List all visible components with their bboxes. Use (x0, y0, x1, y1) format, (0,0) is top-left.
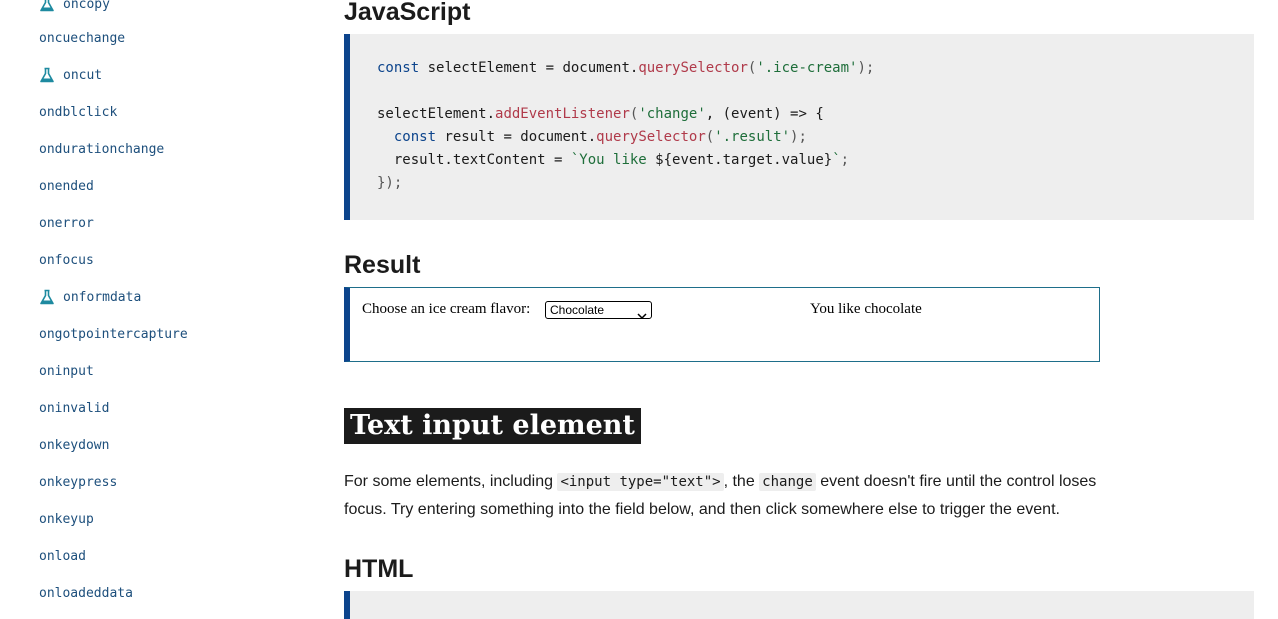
sidebar-item-label: ondblclick (39, 104, 118, 120)
main-content: JavaScript const selectElement = documen… (344, 0, 1254, 619)
sidebar-item-label: onkeypress (39, 474, 118, 490)
sidebar-item-label: onload (39, 548, 86, 564)
sidebar-item-label: oncut (63, 67, 103, 83)
sidebar-item-onkeyup[interactable]: onkeyup (39, 508, 94, 530)
flask-icon (39, 289, 55, 305)
result-output: You like chocolate (810, 301, 922, 317)
sidebar-item-label: onformdata (63, 289, 142, 305)
sidebar-item-label: oninvalid (39, 400, 110, 416)
sidebar-item-onkeydown[interactable]: onkeydown (39, 434, 109, 456)
sidebar-item-onloadeddata[interactable]: onloadeddata (39, 582, 133, 604)
sidebar-item-onerror[interactable]: onerror (39, 212, 94, 234)
result-frame: Choose an ice cream flavor: Chocolate Yo… (344, 287, 1100, 362)
sidebar-item-ondblclick[interactable]: ondblclick (39, 101, 117, 123)
sidebar-item-label: oninput (39, 363, 94, 379)
select-value: Chocolate (550, 303, 605, 317)
sidebar-item-label: oncuechange (39, 30, 126, 46)
javascript-heading: JavaScript (344, 0, 471, 26)
sidebar-item-oninput[interactable]: oninput (39, 360, 94, 382)
flavor-select[interactable]: Chocolate (545, 301, 652, 320)
sidebar-item-onkeypress[interactable]: onkeypress (39, 471, 117, 493)
flavor-label: Choose an ice cream flavor: (362, 301, 531, 317)
inline-code-change: change (759, 473, 816, 491)
code-text: const selectElement = document.querySele… (377, 60, 875, 191)
sidebar-item-ongotpointercapture[interactable]: ongotpointercapture (39, 323, 188, 345)
sidebar-item-ondurationchange[interactable]: ondurationchange (39, 138, 164, 160)
sidebar-item-label: onkeydown (39, 437, 110, 453)
sidebar-item-onfocus[interactable]: onfocus (39, 249, 94, 271)
sidebar-item-onload[interactable]: onload (39, 545, 86, 567)
sidebar-item-label: oncopy (63, 0, 110, 12)
flask-icon (39, 67, 55, 83)
sidebar-item-label: onloadeddata (39, 585, 133, 601)
result-heading: Result (344, 251, 421, 279)
sidebar-item-label: onerror (39, 215, 94, 231)
sidebar-nav: oncopy oncuechange oncut ondblclick ondu… (0, 0, 300, 619)
description-paragraph: For some elements, including <input type… (344, 473, 1097, 518)
sidebar-item-onformdata[interactable]: onformdata (39, 286, 141, 308)
sidebar-item-label: ondurationchange (39, 141, 165, 157)
sidebar-item-onended[interactable]: onended (39, 175, 94, 197)
html-heading: HTML (344, 555, 414, 583)
sidebar-item-label: onended (39, 178, 94, 194)
inline-code-input: <input type="text"> (557, 473, 724, 491)
flask-icon (39, 0, 55, 12)
sidebar-item-oncuechange[interactable]: oncuechange (39, 27, 125, 49)
sidebar-item-label: onkeyup (39, 511, 94, 527)
sidebar-item-oninvalid[interactable]: oninvalid (39, 397, 109, 419)
html-code-block[interactable] (344, 591, 1254, 619)
javascript-code-block[interactable]: const selectElement = document.querySele… (344, 34, 1254, 220)
chevron-down-icon (637, 307, 647, 320)
sidebar-item-label: onfocus (39, 252, 94, 268)
section-heading: Text input element (344, 408, 641, 444)
sidebar-item-label: ongotpointercapture (39, 326, 188, 342)
sidebar-item-oncopy[interactable]: oncopy (39, 0, 110, 15)
sidebar-item-oncut[interactable]: oncut (39, 64, 102, 86)
